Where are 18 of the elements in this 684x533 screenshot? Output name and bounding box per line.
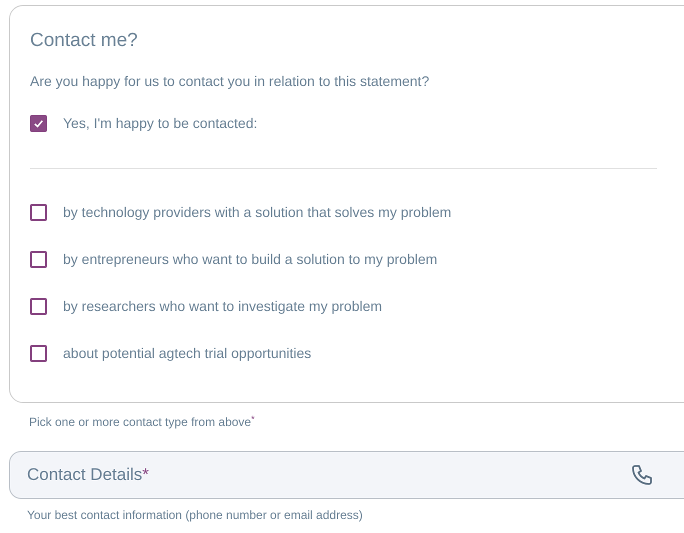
checkbox-label: Yes, I'm happy to be contacted: [63,114,258,133]
checkmark-icon [33,118,44,129]
checkbox[interactable] [30,115,47,132]
checkbox[interactable] [30,250,47,268]
checkbox-label: by entrepreneurs who want to build a solution to my problem [63,250,438,268]
field-hint: Your best contact information (phone number or email address) [27,507,364,524]
checkbox[interactable] [30,204,47,220]
field-placeholder: Contact Details* [27,464,149,486]
hint-text: Pick one or more contact type from above$^{*}$ [29,413,256,431]
section-title: Contact me? [30,29,139,53]
phone-icon [630,463,654,487]
checkbox-label: about potential agtech trial opportunities [63,344,312,362]
checkbox[interactable] [30,298,47,314]
contact-details-field[interactable]: Contact Details* [9,451,684,499]
checkbox[interactable] [30,344,47,362]
question-text: Are you happy for us to contact you in relation to this statement? [30,72,430,91]
checkbox-label: by technology providers with a solution that solves my problem [63,203,452,221]
checkbox-label: by researchers who want to investigate my problem [63,297,382,315]
